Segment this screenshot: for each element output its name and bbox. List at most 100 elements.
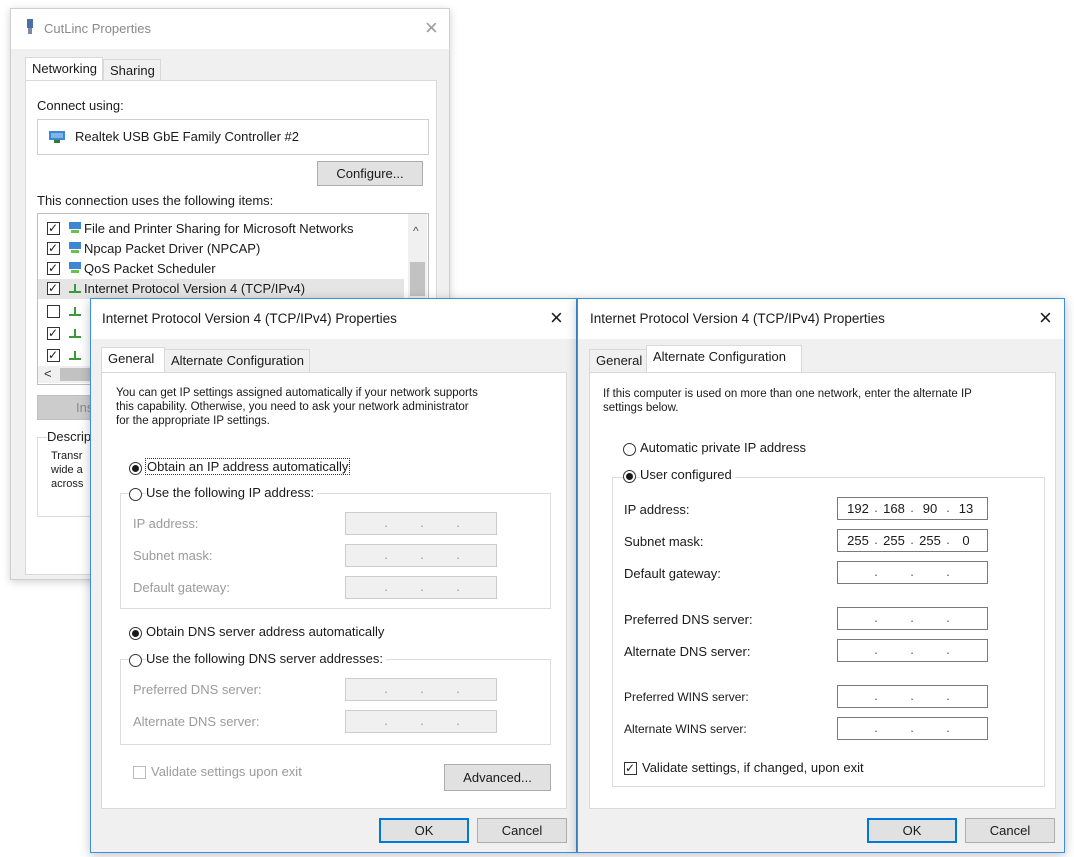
list-item[interactable] — [38, 346, 98, 366]
use-dns-radio[interactable] — [129, 654, 142, 667]
use-ip-label[interactable]: Use the following IP address: — [146, 485, 318, 500]
intro-line: settings below. — [603, 402, 679, 414]
item-checkbox[interactable] — [47, 260, 60, 276]
alternate-wins-field[interactable]: ... — [837, 717, 988, 740]
network-service-icon — [69, 222, 81, 233]
close-icon[interactable]: × — [425, 15, 438, 41]
automatic-private-ip-radio[interactable] — [623, 443, 636, 456]
user-configured-radio[interactable] — [623, 470, 636, 483]
tab-sharing[interactable]: Sharing — [103, 59, 161, 81]
default-gateway-field[interactable]: ... — [837, 561, 988, 584]
network-service-icon — [69, 242, 81, 253]
validate-checkbox[interactable] — [624, 760, 637, 776]
intro-line: this capability. Otherwise, you need to … — [116, 401, 469, 413]
subnet-mask-label: Subnet mask: — [133, 548, 213, 563]
ipv4-alternate-dialog: Internet Protocol Version 4 (TCP/IPv4) P… — [577, 298, 1065, 853]
description-line: Transr — [51, 450, 83, 462]
title-bar: Internet Protocol Version 4 (TCP/IPv4) P… — [91, 299, 576, 339]
automatic-private-ip-label[interactable]: Automatic private IP address — [640, 440, 806, 455]
default-gateway-field: ... — [345, 576, 497, 599]
obtain-dns-radio[interactable] — [129, 627, 142, 640]
network-service-icon — [69, 262, 81, 273]
ipv4-general-dialog: Internet Protocol Version 4 (TCP/IPv4) P… — [90, 298, 577, 853]
item-checkbox[interactable] — [47, 240, 60, 256]
ip-address-field: ... — [345, 512, 497, 535]
preferred-dns-field[interactable]: ... — [837, 607, 988, 630]
tab-general[interactable]: General — [101, 347, 165, 373]
advanced-button[interactable]: Advanced... — [444, 764, 551, 791]
preferred-dns-label: Preferred DNS server: — [133, 682, 262, 697]
description-line: wide a — [51, 464, 83, 476]
list-item-selected[interactable]: Internet Protocol Version 4 (TCP/IPv4) — [38, 279, 404, 299]
ip-address-label: IP address: — [624, 502, 690, 517]
alternate-dns-label: Alternate DNS server: — [133, 714, 260, 729]
protocol-icon — [69, 351, 81, 360]
list-item[interactable] — [38, 324, 98, 344]
item-checkbox[interactable] — [47, 280, 60, 296]
list-item[interactable]: File and Printer Sharing for Microsoft N… — [38, 219, 404, 239]
configure-button[interactable]: Configure... — [317, 161, 423, 186]
item-checkbox[interactable] — [47, 325, 60, 341]
user-configured-label[interactable]: User configured — [640, 467, 735, 482]
connect-using-label: Connect using: — [37, 98, 124, 113]
validate-label[interactable]: Validate settings, if changed, upon exit — [642, 760, 864, 775]
network-adapter-icon — [27, 19, 33, 34]
intro-line: If this computer is used on more than on… — [603, 388, 972, 400]
obtain-ip-label[interactable]: Obtain an IP address automatically — [144, 458, 351, 475]
adapter-name: Realtek USB GbE Family Controller #2 — [75, 129, 299, 144]
title-bar: CutLinc Properties × — [11, 9, 449, 49]
obtain-ip-radio[interactable] — [129, 462, 142, 475]
list-item[interactable]: Npcap Packet Driver (NPCAP) — [38, 239, 404, 259]
preferred-wins-field[interactable]: ... — [837, 685, 988, 708]
ok-button[interactable]: OK — [379, 818, 469, 843]
list-item[interactable] — [38, 302, 98, 322]
close-icon[interactable]: × — [550, 305, 563, 331]
item-checkbox[interactable] — [47, 305, 60, 318]
tab-alternate-configuration[interactable]: Alternate Configuration — [164, 349, 310, 373]
tab-alternate-configuration[interactable]: Alternate Configuration — [646, 345, 802, 373]
default-gateway-label: Default gateway: — [624, 566, 721, 581]
item-label: File and Printer Sharing for Microsoft N… — [84, 221, 354, 236]
protocol-icon — [69, 329, 81, 338]
item-label: QoS Packet Scheduler — [84, 261, 216, 276]
item-label: Internet Protocol Version 4 (TCP/IPv4) — [84, 281, 306, 296]
user-configured-group — [612, 477, 1045, 787]
tab-general[interactable]: General — [589, 349, 647, 373]
item-checkbox[interactable] — [47, 347, 60, 363]
list-item[interactable]: QoS Packet Scheduler — [38, 259, 404, 279]
dialog-title: Internet Protocol Version 4 (TCP/IPv4) P… — [590, 311, 885, 326]
default-gateway-label: Default gateway: — [133, 580, 230, 595]
subnet-mask-field[interactable]: 255. 255. 255. 0 — [837, 529, 988, 552]
validate-checkbox — [133, 766, 146, 779]
window-title: CutLinc Properties — [44, 21, 151, 36]
ip-address-field[interactable]: 192. 168. 90. 13 — [837, 497, 988, 520]
subnet-mask-field: ... — [345, 544, 497, 567]
protocol-icon — [69, 284, 81, 293]
scroll-up-icon[interactable]: ^ — [413, 224, 419, 238]
use-ip-radio[interactable] — [129, 488, 142, 501]
alternate-dns-label: Alternate DNS server: — [624, 644, 751, 659]
ok-button[interactable]: OK — [867, 818, 957, 843]
scroll-thumb[interactable] — [410, 262, 425, 296]
ip-address-label: IP address: — [133, 516, 199, 531]
scroll-left-icon[interactable]: < — [44, 366, 52, 381]
cancel-button[interactable]: Cancel — [965, 818, 1055, 843]
intro-line: for the appropriate IP settings. — [116, 415, 270, 427]
obtain-dns-label[interactable]: Obtain DNS server address automatically — [146, 624, 384, 639]
protocol-icon — [69, 307, 81, 316]
cancel-button[interactable]: Cancel — [477, 818, 567, 843]
validate-label: Validate settings upon exit — [151, 764, 302, 779]
network-card-icon — [49, 131, 65, 143]
item-checkbox[interactable] — [47, 220, 60, 236]
tab-networking[interactable]: Networking — [25, 57, 103, 81]
alternate-wins-label: Alternate WINS server: — [624, 722, 747, 736]
close-icon[interactable]: × — [1039, 305, 1052, 331]
title-bar: Internet Protocol Version 4 (TCP/IPv4) P… — [578, 299, 1064, 339]
preferred-dns-field: ... — [345, 678, 497, 701]
description-line: across — [51, 478, 84, 490]
preferred-dns-label: Preferred DNS server: — [624, 612, 753, 627]
alternate-dns-field: ... — [345, 710, 497, 733]
use-dns-label[interactable]: Use the following DNS server addresses: — [146, 651, 386, 666]
subnet-mask-label: Subnet mask: — [624, 534, 704, 549]
alternate-dns-field[interactable]: ... — [837, 639, 988, 662]
